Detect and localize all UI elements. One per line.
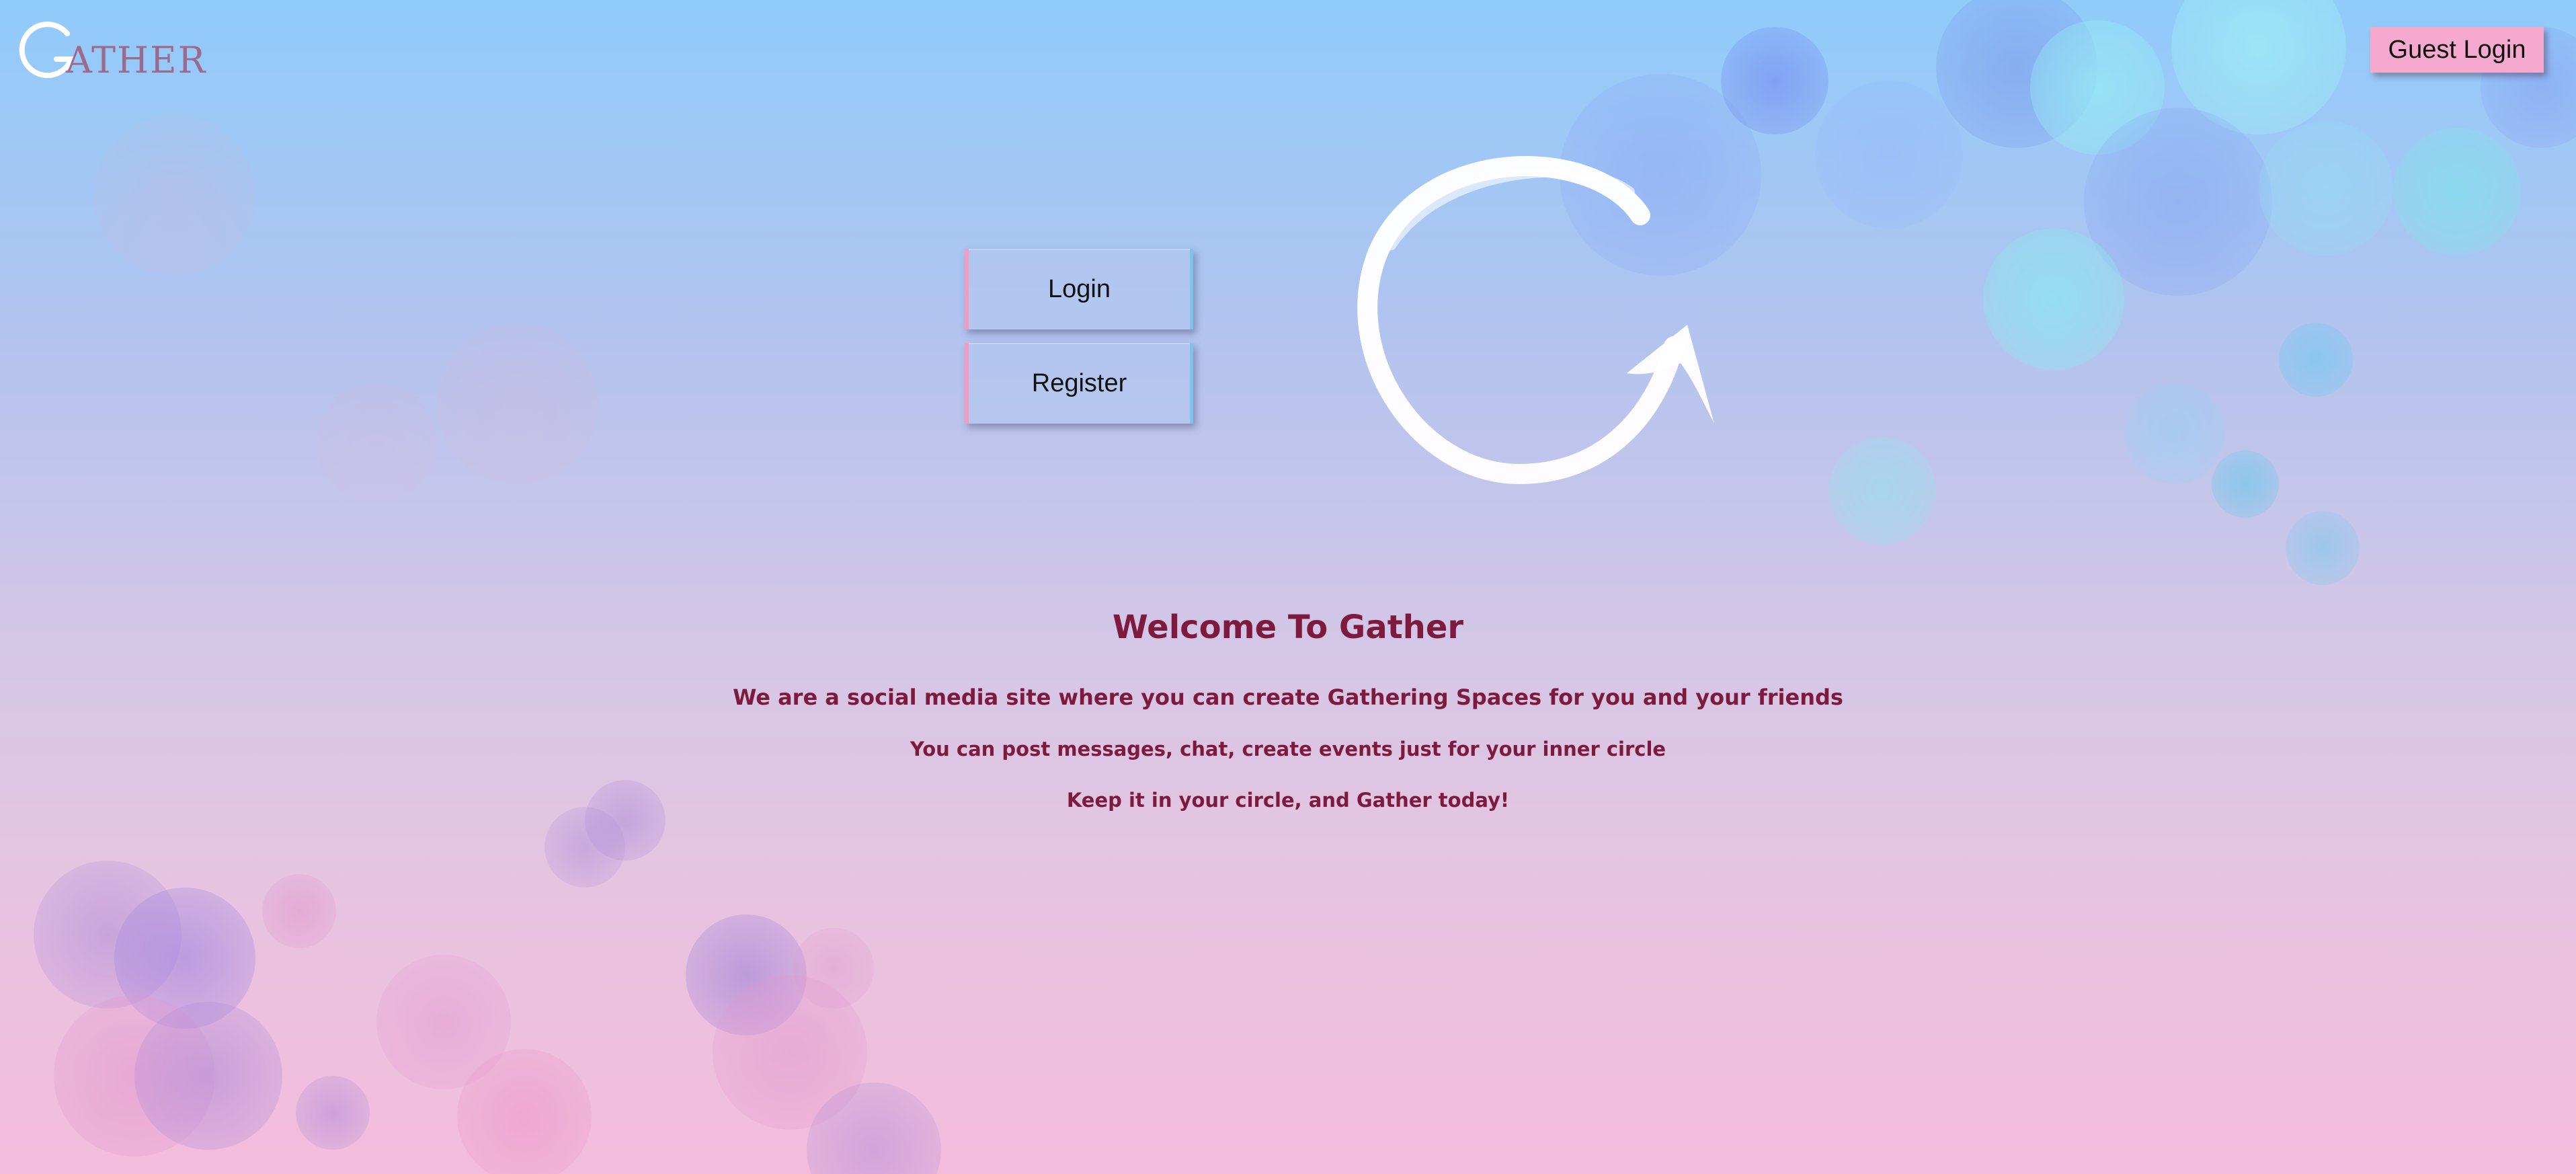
brand-logo[interactable]: ATHER <box>15 15 205 81</box>
welcome-title: Welcome To Gather <box>1112 609 1464 646</box>
logo-text: ATHER <box>66 39 207 81</box>
login-button[interactable]: Login <box>965 249 1193 329</box>
register-button[interactable]: Register <box>965 343 1193 424</box>
guest-login-button[interactable]: Guest Login <box>2370 27 2544 73</box>
bokeh-background <box>0 0 2576 1174</box>
welcome-features: You can post messages, chat, create even… <box>910 738 1666 760</box>
welcome-description: We are a social media site where you can… <box>733 684 1843 710</box>
circular-arrow-icon <box>1357 156 1714 485</box>
welcome-tagline: Keep it in your circle, and Gather today… <box>1066 789 1510 812</box>
